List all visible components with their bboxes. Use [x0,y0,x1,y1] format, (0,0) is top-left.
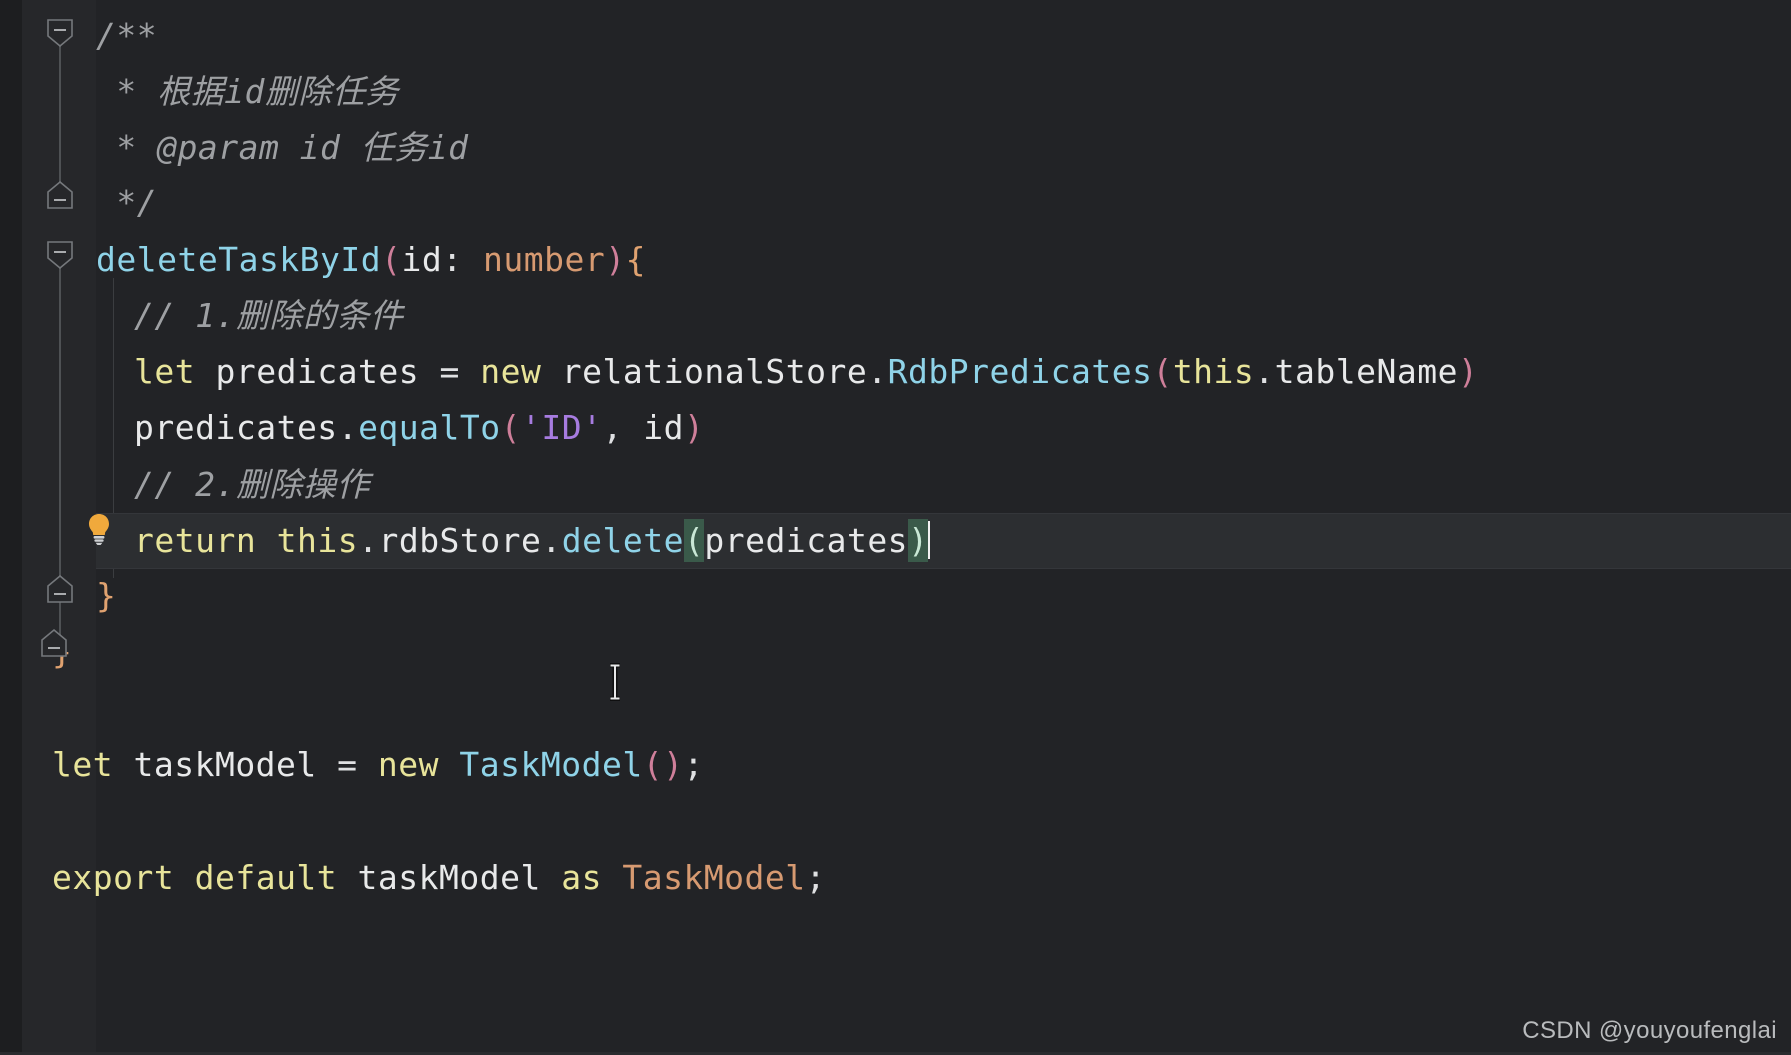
line-method-signature[interactable]: deleteTaskById(id: number){ [96,232,1791,288]
line-return-delete[interactable]: return this.rdbStore.delete(predicates) [96,513,1791,569]
fold-marker-class-end[interactable] [40,628,68,658]
line-let-predicates[interactable]: let predicates = new relationalStore.Rdb… [96,344,1791,400]
line-let-taskmodel[interactable]: let taskModel = new TaskModel(); [52,737,1747,793]
code-token: () [642,745,684,784]
line-comment-2[interactable]: // 2.删除操作 [96,457,1791,513]
code-token: relationalStore [541,352,868,391]
code-token: deleteTaskById [96,240,382,279]
code-token: rdbStore [378,521,542,560]
code-token: = [337,745,378,784]
code-token: ( [1152,352,1173,391]
code-token: predicates [704,521,909,560]
code-token: . [541,521,562,560]
code-token: : [442,240,484,279]
line-comment-1[interactable]: // 1.删除的条件 [96,288,1791,344]
editor-left-strip [0,0,22,1055]
intention-bulb-icon[interactable] [84,512,114,546]
code-token: ) [605,240,626,279]
code-token: tableName [1274,352,1458,391]
code-token: return [134,521,257,560]
code-content[interactable]: /** * 根据id删除任务 * @param id 任务id */ delete… [52,0,1791,1055]
code-token: . [337,408,359,447]
code-token: taskModel [337,858,562,897]
fold-marker-method-start[interactable] [46,240,74,270]
mouse-text-cursor [607,662,623,702]
code-token: let [52,745,114,784]
code-token: new [377,745,440,784]
line-doc-open[interactable]: /** [96,8,1791,64]
code-token: . [1254,352,1275,391]
text-caret [928,521,931,559]
code-token: ; [683,745,704,784]
code-token: delete [561,521,684,560]
code-token: as [561,858,602,897]
code-editor[interactable]: /** * 根据id删除任务 * @param id 任务id */ delete… [0,0,1791,1055]
fold-rail-top [59,34,61,202]
line-doc-param[interactable]: * @param id 任务id [96,120,1791,176]
code-token: = [439,352,481,391]
code-token: . [358,521,379,560]
code-token: // 1.删除的条件 [134,296,404,335]
code-token: predicates [195,352,440,391]
code-token: predicates [134,408,338,447]
code-token: ( [684,519,705,562]
code-token: ( [381,240,402,279]
code-token: new [480,352,542,391]
code-token: . [867,352,888,391]
code-token: } [96,576,117,615]
code-token: /** [96,16,158,55]
line-class-close[interactable]: } [52,624,1747,680]
fold-marker-method-end[interactable] [46,574,74,604]
line-method-close[interactable]: } [96,568,1791,624]
code-token: // 2.删除操作 [134,465,370,504]
line-doc-close[interactable]: */ [96,175,1791,231]
code-token: * @param id 任务id [96,128,469,167]
code-token: RdbPredicates [887,352,1153,391]
code-token: TaskModel [622,858,806,897]
code-token: */ [96,183,158,222]
code-token: ( [500,408,522,447]
code-token: TaskModel [459,745,643,784]
code-token: let [134,352,196,391]
code-token: ) [684,408,705,447]
code-token: , [602,408,644,447]
code-token: ) [1457,352,1479,391]
code-token: export [52,858,175,897]
code-token: id [401,240,443,279]
line-export-default[interactable]: export default taskModel as TaskModel; [52,850,1747,906]
code-token: ; [805,858,827,897]
line-doc-desc[interactable]: * 根据id删除任务 [96,64,1791,120]
code-token: equalTo [358,408,501,447]
code-token: * 根据id删除任务 [96,72,399,111]
watermark: CSDN @youyoufenglai [1522,1017,1777,1044]
code-token: taskModel [113,745,338,784]
fold-marker-doc-end[interactable] [46,180,74,210]
code-token: default [194,858,338,897]
code-token: number [483,240,606,279]
code-token: this [276,521,359,560]
line-equal-to[interactable]: predicates.equalTo('ID', id) [96,400,1791,456]
fold-marker-doc-start[interactable] [46,18,74,48]
code-token: 'ID' [521,408,603,447]
code-token: this [1172,352,1255,391]
code-token: ) [908,519,929,562]
code-token: { [625,240,646,279]
code-token: id [643,408,684,447]
